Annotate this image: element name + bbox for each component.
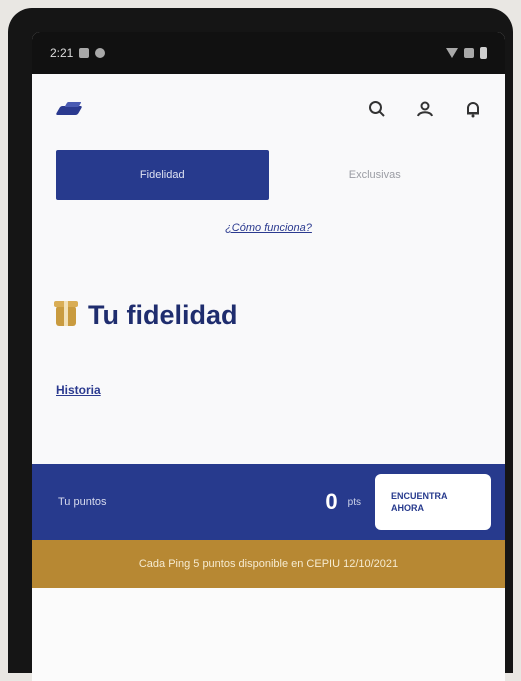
user-icon[interactable] bbox=[415, 99, 435, 119]
points-label: Tu puntos bbox=[58, 496, 107, 508]
status-left: 2:21 bbox=[50, 46, 106, 60]
app-header bbox=[32, 74, 505, 144]
bell-icon[interactable] bbox=[463, 99, 483, 119]
points-balance-bar: Tu puntos 0 pts ENCUENTRA AHORA bbox=[32, 464, 505, 540]
tab-fidelidad[interactable]: Fidelidad bbox=[56, 150, 269, 200]
status-right bbox=[446, 47, 487, 59]
content-area bbox=[32, 588, 505, 681]
history-link[interactable]: Historia bbox=[56, 383, 505, 397]
brand-logo[interactable] bbox=[58, 102, 82, 116]
search-icon[interactable] bbox=[367, 99, 387, 119]
tabs: Fidelidad Exclusivas bbox=[56, 150, 481, 200]
section-title: Tu fidelidad bbox=[54, 300, 505, 331]
battery-icon bbox=[480, 47, 487, 59]
points-value: 0 bbox=[325, 489, 338, 514]
status-time: 2:21 bbox=[50, 46, 74, 60]
points-right: 0 pts ENCUENTRA AHORA bbox=[325, 474, 491, 530]
find-now-button[interactable]: ENCUENTRA AHORA bbox=[375, 474, 491, 530]
gift-icon bbox=[54, 300, 78, 326]
wifi-icon bbox=[446, 48, 458, 58]
signal-icon bbox=[464, 48, 474, 58]
info-banner: Cada Ping 5 puntos disponible en CEPIU 1… bbox=[32, 540, 505, 588]
points-unit: pts bbox=[347, 496, 361, 508]
page-title: Tu fidelidad bbox=[88, 300, 238, 330]
phone-frame: 2:21 Fidelidad Exclusivas ¿Cómo funciona… bbox=[8, 8, 513, 681]
status-bar: 2:21 bbox=[32, 32, 505, 74]
tab-exclusivas[interactable]: Exclusivas bbox=[269, 150, 482, 200]
header-actions bbox=[367, 99, 483, 119]
message-icon bbox=[95, 48, 106, 58]
how-it-works-link[interactable]: ¿Cómo funciona? bbox=[32, 222, 505, 234]
settings-icon bbox=[79, 48, 90, 58]
app-screen: 2:21 Fidelidad Exclusivas ¿Cómo funciona… bbox=[32, 32, 505, 681]
info-banner-text: Cada Ping 5 puntos disponible en CEPIU 1… bbox=[138, 558, 399, 570]
